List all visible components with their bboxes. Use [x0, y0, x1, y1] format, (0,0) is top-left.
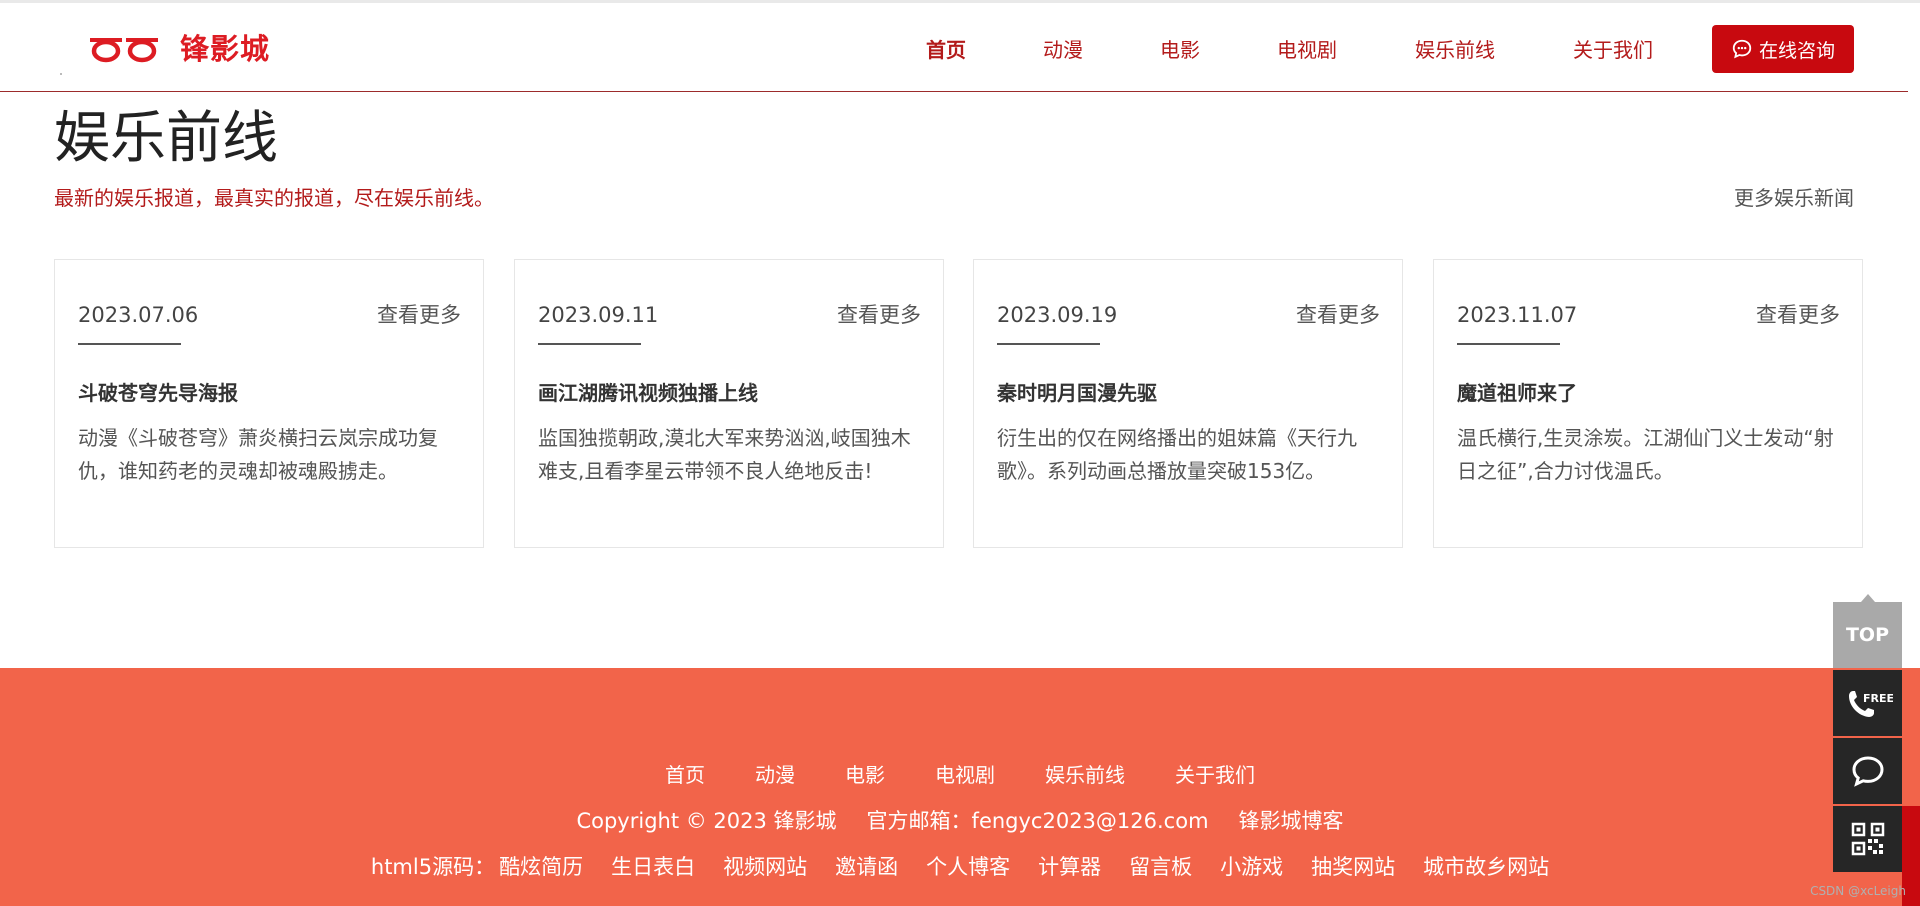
- news-card-list: 2023.07.06 查看更多 斗破苍穹先导海报 动漫《斗破苍穹》萧炎横扫云岚宗…: [54, 259, 1864, 548]
- card-date: 2023.07.06: [78, 303, 199, 327]
- footer-nav-movie[interactable]: 电影: [845, 760, 885, 790]
- back-to-top-button[interactable]: TOP: [1833, 594, 1902, 668]
- logo[interactable]: 锋影城: [88, 29, 270, 69]
- card-description: 温氏横行,生灵涂炭。江湖仙门义士发动“射日之征”,合力讨伐温氏。: [1457, 426, 1834, 483]
- nav-item-home[interactable]: 首页: [926, 31, 966, 69]
- source-link[interactable]: 小游戏: [1220, 852, 1283, 882]
- online-consult-label: 在线咨询: [1758, 39, 1835, 62]
- site-footer: 首页 动漫 电影 电视剧 娱乐前线 关于我们 Copyright © 2023 …: [0, 668, 1920, 906]
- card-date: 2023.09.11: [538, 303, 659, 327]
- footer-nav-tv[interactable]: 电视剧: [935, 760, 995, 790]
- news-card[interactable]: 2023.07.06 查看更多 斗破苍穹先导海报 动漫《斗破苍穹》萧炎横扫云岚宗…: [54, 259, 484, 548]
- card-description: 动漫《斗破苍穹》萧炎横扫云岚宗成功复仇，谁知药老的灵魂却被魂殿掳走。: [78, 426, 438, 483]
- nav-item-about[interactable]: 关于我们: [1573, 31, 1653, 69]
- phone-free-icon: FREE: [1848, 691, 1893, 717]
- card-title[interactable]: 秦时明月国漫先驱: [997, 378, 1157, 408]
- card-title[interactable]: 魔道祖师来了: [1457, 378, 1577, 408]
- source-link[interactable]: 计算器: [1038, 852, 1101, 882]
- card-more-link[interactable]: 查看更多: [1296, 300, 1380, 330]
- watermark-text: CSDN @xcLeigh: [1810, 884, 1906, 898]
- card-date: 2023.11.07: [1457, 303, 1578, 327]
- source-link[interactable]: 个人博客: [926, 852, 1010, 882]
- card-title[interactable]: 画江湖腾讯视频独播上线: [538, 378, 758, 408]
- news-card[interactable]: 2023.11.07 查看更多 魔道祖师来了 温氏横行,生灵涂炭。江湖仙门义士发…: [1433, 259, 1863, 548]
- back-to-top-label: TOP: [1845, 624, 1890, 646]
- card-more-link[interactable]: 查看更多: [377, 300, 461, 330]
- section-subtitle: 最新的娱乐报道，最真实的报道，尽在娱乐前线。: [54, 186, 494, 210]
- chat-bubble-icon: [1732, 39, 1752, 59]
- footer-nav-about[interactable]: 关于我们: [1175, 760, 1255, 790]
- nav-item-anime[interactable]: 动漫: [1043, 31, 1083, 69]
- footer-copyright-row: Copyright © 2023 锋影城 官方邮箱：fengyc2023@126…: [0, 806, 1920, 836]
- chat-bubble-icon: [1851, 756, 1884, 787]
- section-title: 娱乐前线: [54, 106, 278, 171]
- nav-item-tv[interactable]: 电视剧: [1277, 31, 1337, 69]
- card-divider: [997, 343, 1100, 345]
- source-link[interactable]: 生日表白: [611, 852, 695, 882]
- source-link[interactable]: 城市故乡网站: [1423, 852, 1549, 882]
- qr-code-button[interactable]: [1833, 806, 1902, 872]
- svg-text:FREE: FREE: [1863, 692, 1893, 705]
- side-toolbar: TOP FREE: [1833, 594, 1902, 872]
- source-link[interactable]: 酷炫简历: [499, 852, 583, 882]
- double-ring-logo-icon: [90, 38, 158, 63]
- footer-nav-home[interactable]: 首页: [665, 760, 705, 790]
- decorative-dot: [60, 73, 62, 75]
- free-call-button[interactable]: FREE: [1833, 670, 1902, 736]
- source-link[interactable]: 抽奖网站: [1311, 852, 1395, 882]
- site-header: 锋影城 首页 动漫 电影 电视剧 娱乐前线 关于我们 在线咨询: [0, 3, 1908, 92]
- card-divider: [1457, 343, 1560, 345]
- official-email: 官方邮箱：fengyc2023@126.com: [866, 809, 1209, 833]
- footer-nav-anime[interactable]: 动漫: [755, 760, 795, 790]
- nav-item-movie[interactable]: 电影: [1160, 31, 1200, 69]
- more-news-link[interactable]: 更多娱乐新闻: [1734, 184, 1854, 212]
- card-divider: [538, 343, 641, 345]
- copyright-text: Copyright © 2023 锋影城: [576, 809, 837, 833]
- card-date: 2023.09.19: [997, 303, 1118, 327]
- news-card[interactable]: 2023.09.11 查看更多 画江湖腾讯视频独播上线 监国独揽朝政,漠北大军来…: [514, 259, 944, 548]
- footer-nav: 首页 动漫 电影 电视剧 娱乐前线 关于我们: [0, 760, 1920, 790]
- card-description: 监国独揽朝政,漠北大军来势汹汹,岐国独木难支,且看李星云带领不良人绝地反击!: [538, 426, 911, 483]
- footer-nav-entertainment[interactable]: 娱乐前线: [1045, 760, 1125, 790]
- card-title[interactable]: 斗破苍穹先导海报: [78, 378, 238, 408]
- source-link[interactable]: 邀请函: [835, 852, 898, 882]
- card-more-link[interactable]: 查看更多: [1756, 300, 1840, 330]
- brand-name: 锋影城: [180, 32, 271, 66]
- news-card[interactable]: 2023.09.19 查看更多 秦时明月国漫先驱 衍生出的仅在网络播出的姐妹篇《…: [973, 259, 1403, 548]
- card-divider: [78, 343, 181, 345]
- card-more-link[interactable]: 查看更多: [837, 300, 921, 330]
- source-link[interactable]: 视频网站: [723, 852, 807, 882]
- blog-link[interactable]: 锋影城博客: [1239, 806, 1344, 836]
- source-link[interactable]: 留言板: [1129, 852, 1192, 882]
- online-consult-button[interactable]: 在线咨询: [1712, 25, 1854, 73]
- footer-source-links: html5源码： 酷炫简历 生日表白 视频网站 邀请函 个人博客 计算器 留言板…: [0, 852, 1920, 882]
- qr-code-icon: [1851, 822, 1884, 856]
- nav-item-entertainment[interactable]: 娱乐前线: [1415, 31, 1495, 69]
- card-description: 衍生出的仅在网络播出的姐妹篇《天行九歌》。系列动画总播放量突破153亿。: [997, 426, 1357, 483]
- online-chat-button[interactable]: [1833, 738, 1902, 804]
- source-links-prefix: html5源码：: [370, 855, 496, 879]
